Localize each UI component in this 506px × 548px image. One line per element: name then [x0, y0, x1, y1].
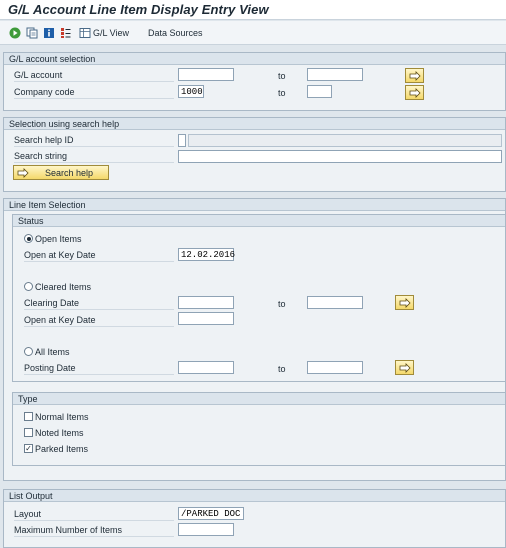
clearing-date-to-input[interactable]	[307, 296, 363, 309]
posting-date-to-input[interactable]	[307, 361, 363, 374]
to-label: to	[278, 299, 286, 309]
frame-title: Line Item Selection	[9, 200, 86, 210]
all-items-label: All Items	[35, 347, 70, 357]
arrow-right-icon	[17, 168, 29, 178]
open-items-radio[interactable]	[24, 234, 33, 243]
multiple-selection-button[interactable]	[405, 68, 424, 83]
frame-title: List Output	[9, 491, 53, 501]
clearing-date-from-input[interactable]	[178, 296, 234, 309]
layout-input[interactable]: /PARKED DOC	[178, 507, 244, 520]
normal-items-label: Normal Items	[35, 412, 89, 422]
clearing-date-label: Clearing Date	[24, 298, 174, 310]
arrow-right-icon	[409, 87, 421, 98]
search-help-description-field	[188, 134, 502, 147]
search-help-id-label: Search help ID	[14, 135, 174, 147]
cleared-open-key-date-input[interactable]	[178, 312, 234, 325]
company-code-to-input[interactable]	[307, 85, 332, 98]
gl-view-icon[interactable]	[78, 26, 91, 39]
layout-label: Layout	[14, 509, 174, 521]
multiple-selection-button[interactable]	[395, 295, 414, 310]
max-items-input[interactable]	[178, 523, 234, 536]
gl-account-to-input[interactable]	[307, 68, 363, 81]
posting-date-label: Posting Date	[24, 363, 174, 375]
frame-title: Status	[18, 216, 44, 226]
application-toolbar: G/L View Data Sources	[0, 21, 506, 45]
parked-items-label: Parked Items	[35, 444, 89, 454]
arrow-right-icon	[399, 297, 411, 308]
open-key-date-input[interactable]: 12.02.2016	[178, 248, 235, 261]
company-code-label: Company code	[14, 87, 174, 99]
type-frame: Type	[12, 392, 506, 466]
multiple-selection-button[interactable]	[395, 360, 414, 375]
search-help-button[interactable]: Search help	[13, 165, 109, 180]
cleared-items-label: Cleared Items	[35, 282, 92, 292]
search-help-id-input[interactable]	[178, 134, 186, 147]
variant-icon[interactable]	[25, 26, 38, 39]
noted-items-checkbox[interactable]	[24, 428, 33, 437]
arrow-right-icon	[399, 362, 411, 373]
multiple-selection-button[interactable]	[405, 85, 424, 100]
page-title: G/L Account Line Item Display Entry View	[8, 2, 269, 17]
to-label: to	[278, 364, 286, 374]
parked-items-checkbox[interactable]: ✓	[24, 444, 33, 453]
frame-title: Type	[18, 394, 38, 404]
title-bar: G/L Account Line Item Display Entry View	[0, 0, 506, 20]
posting-date-from-input[interactable]	[178, 361, 234, 374]
open-key-date-label: Open at Key Date	[24, 250, 174, 262]
search-string-input[interactable]	[178, 150, 502, 163]
to-label: to	[278, 71, 286, 81]
max-items-label: Maximum Number of Items	[14, 525, 174, 537]
list-icon[interactable]	[59, 26, 72, 39]
search-string-label: Search string	[14, 151, 174, 163]
noted-items-label: Noted Items	[35, 428, 84, 438]
execute-icon[interactable]	[8, 26, 21, 39]
cleared-open-key-date-label: Open at Key Date	[24, 315, 174, 327]
gl-account-from-input[interactable]	[178, 68, 234, 81]
arrow-right-icon	[409, 70, 421, 81]
frame-title: Selection using search help	[9, 119, 120, 129]
open-items-label: Open Items	[35, 234, 82, 244]
all-items-radio[interactable]	[24, 347, 33, 356]
to-label: to	[278, 88, 286, 98]
cleared-items-radio[interactable]	[24, 282, 33, 291]
company-code-from-input[interactable]: 1000	[178, 85, 204, 98]
info-icon[interactable]	[42, 26, 55, 39]
search-help-button-label: Search help	[45, 168, 94, 178]
frame-title: G/L account selection	[9, 54, 96, 64]
data-sources-button[interactable]: Data Sources	[148, 28, 203, 38]
gl-view-button[interactable]: G/L View	[93, 28, 129, 38]
normal-items-checkbox[interactable]	[24, 412, 33, 421]
gl-account-label: G/L account	[14, 70, 174, 82]
